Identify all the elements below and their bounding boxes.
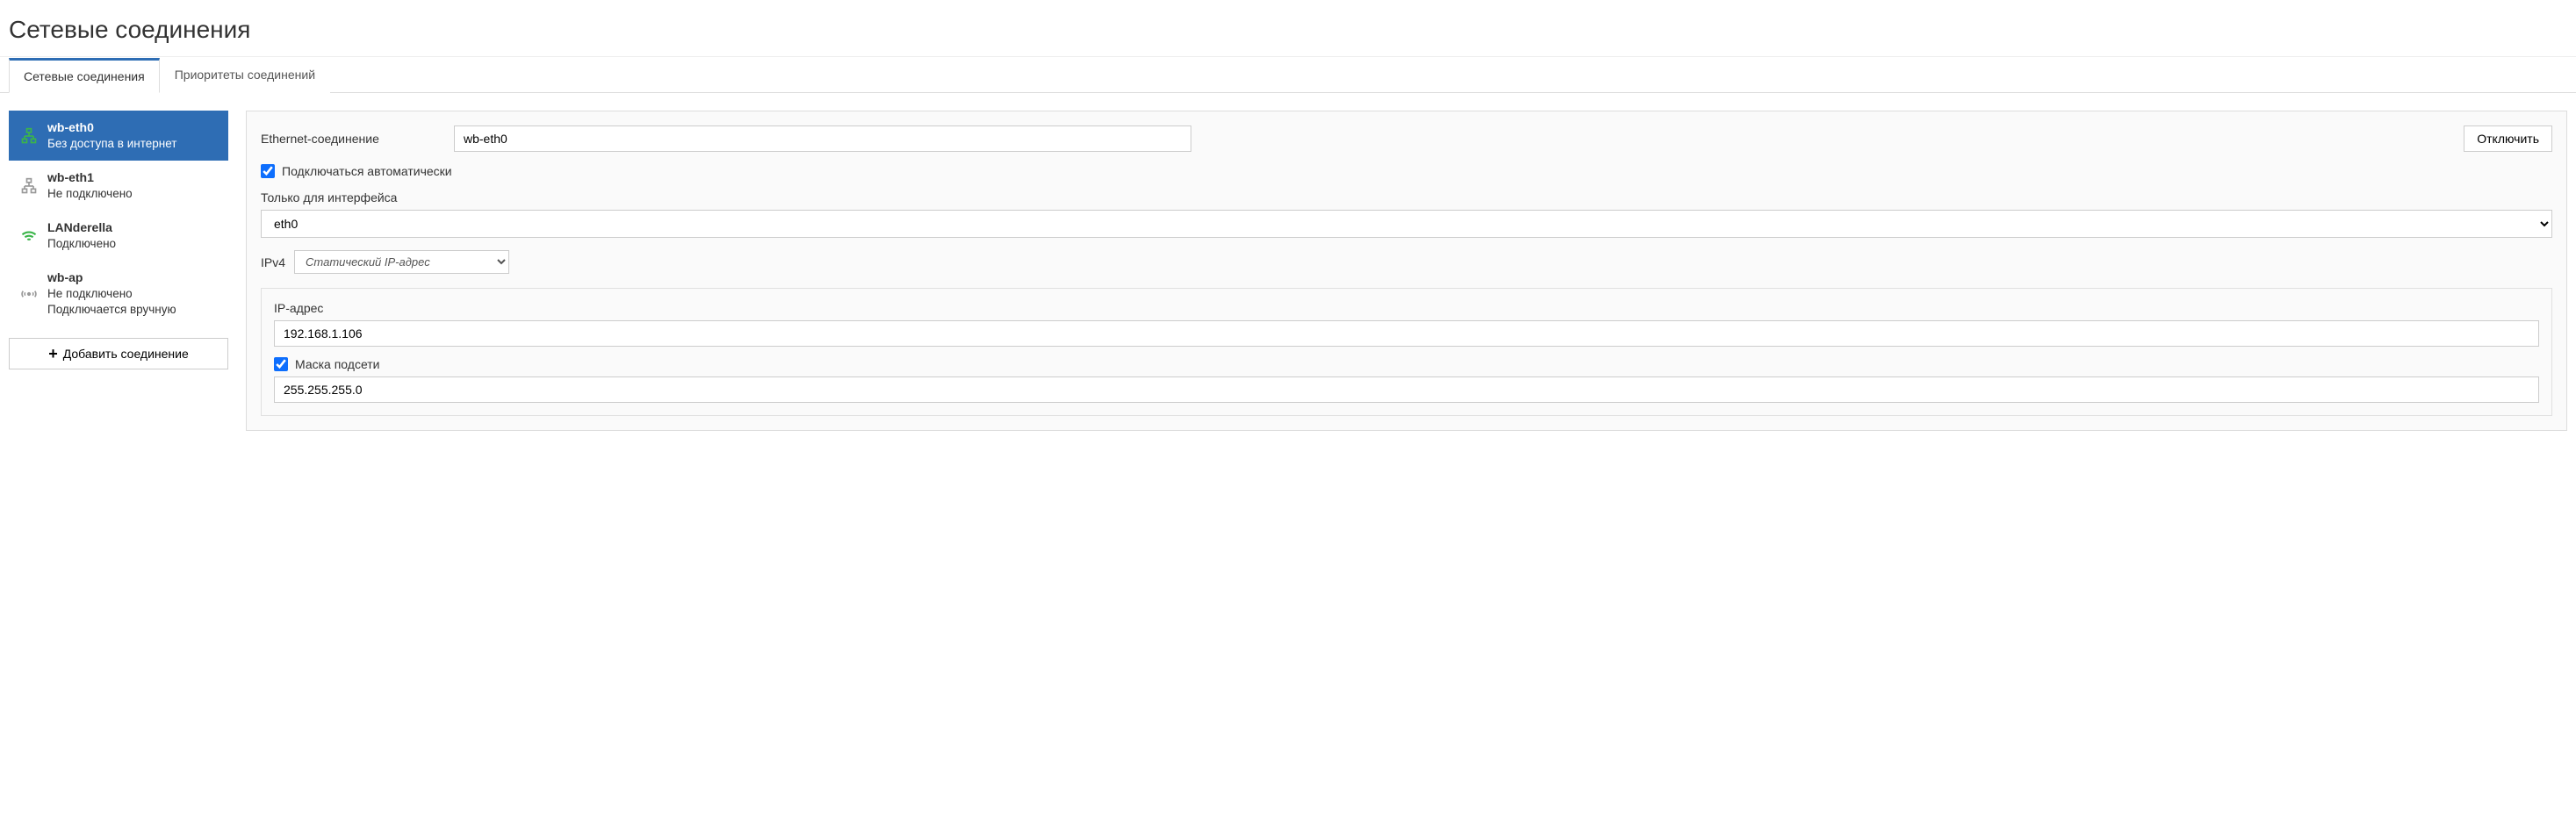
ipv4-mode-select[interactable]: Статический IP-адрес	[294, 250, 509, 274]
tab-network-connections[interactable]: Сетевые соединения	[9, 58, 160, 93]
interface-select[interactable]: eth0	[261, 210, 2552, 238]
tabs-container: Сетевые соединения Приоритеты соединений	[0, 57, 2576, 93]
antenna-icon	[19, 285, 39, 303]
interface-only-label: Только для интерфейса	[261, 190, 2552, 204]
sidebar-item-text: wb-eth0 Без доступа в интернет	[47, 119, 176, 152]
sidebar: wb-eth0 Без доступа в интернет wb-eth1 Н…	[9, 111, 228, 369]
sidebar-item-title: wb-eth0	[47, 119, 176, 136]
sidebar-item-status: Не подключено	[47, 186, 133, 202]
tab-connection-priorities[interactable]: Приоритеты соединений	[160, 58, 330, 93]
connection-type-label: Ethernet-соединение	[261, 132, 436, 146]
sidebar-item-title: wb-ap	[47, 269, 176, 286]
add-connection-label: Добавить соединение	[63, 347, 189, 361]
ethernet-icon	[19, 177, 39, 195]
auto-connect-label: Подключаться автоматически	[282, 164, 452, 178]
add-connection-button[interactable]: + Добавить соединение	[9, 338, 228, 369]
sidebar-item-title: wb-eth1	[47, 169, 133, 186]
plus-icon: +	[48, 346, 58, 362]
ipv4-label: IPv4	[261, 255, 285, 269]
content-panel: Ethernet-соединение Отключить Подключать…	[246, 111, 2567, 431]
connection-name-left: Ethernet-соединение	[261, 125, 1191, 152]
page-title: Сетевые соединения	[0, 0, 2576, 56]
ip-address-block: IP-адрес	[274, 301, 2539, 347]
auto-connect-row: Подключаться автоматически	[261, 164, 2552, 178]
sidebar-item-text: LANderella Подключено	[47, 219, 116, 252]
subnet-mask-input[interactable]	[274, 376, 2539, 403]
sidebar-item-title: LANderella	[47, 219, 116, 236]
connection-name-row: Ethernet-соединение Отключить	[261, 125, 2552, 152]
main-layout: wb-eth0 Без доступа в интернет wb-eth1 Н…	[0, 93, 2576, 440]
sidebar-item-status: Не подключено	[47, 286, 176, 302]
subnet-mask-checkbox[interactable]	[274, 357, 288, 371]
interface-only-block: Только для интерфейса eth0	[261, 190, 2552, 238]
sidebar-item-wb-eth1[interactable]: wb-eth1 Не подключено	[9, 161, 228, 211]
ipv4-row: IPv4 Статический IP-адрес	[261, 250, 2552, 274]
sidebar-item-text: wb-ap Не подключено Подключается вручную	[47, 269, 176, 318]
sidebar-item-status: Без доступа в интернет	[47, 136, 176, 152]
sidebar-item-text: wb-eth1 Не подключено	[47, 169, 133, 202]
subnet-mask-label: Маска подсети	[295, 357, 380, 371]
wifi-icon	[19, 227, 39, 245]
subnet-mask-block: Маска подсети	[274, 357, 2539, 403]
tabs: Сетевые соединения Приоритеты соединений	[9, 57, 2576, 92]
sidebar-item-wb-eth0[interactable]: wb-eth0 Без доступа в интернет	[9, 111, 228, 161]
ipv4-fieldset: IP-адрес Маска подсети	[261, 288, 2552, 416]
ethernet-icon	[19, 127, 39, 145]
subnet-mask-label-row: Маска подсети	[274, 357, 2539, 371]
connection-name-input[interactable]	[454, 125, 1191, 152]
auto-connect-checkbox[interactable]	[261, 164, 275, 178]
sidebar-item-status2: Подключается вручную	[47, 302, 176, 318]
ip-address-label: IP-адрес	[274, 301, 2539, 315]
sidebar-item-status: Подключено	[47, 236, 116, 252]
disconnect-button[interactable]: Отключить	[2464, 125, 2552, 152]
sidebar-item-wb-ap[interactable]: wb-ap Не подключено Подключается вручную	[9, 261, 228, 326]
ip-address-input[interactable]	[274, 320, 2539, 347]
sidebar-item-landerella[interactable]: LANderella Подключено	[9, 211, 228, 261]
